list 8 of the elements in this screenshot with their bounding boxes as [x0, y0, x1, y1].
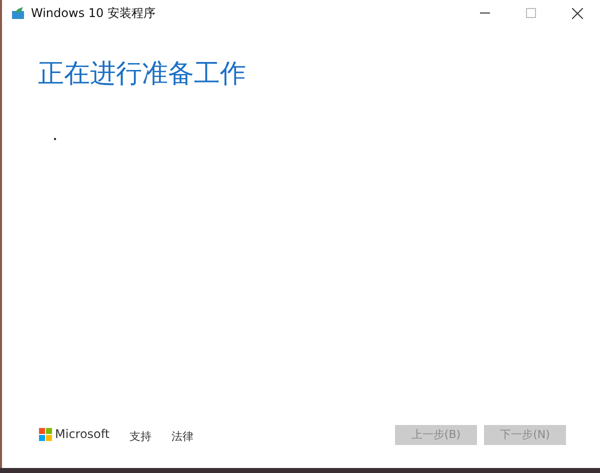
logo-icon — [39, 428, 52, 440]
app-icon — [12, 7, 25, 19]
brand-name: Microsoft — [55, 427, 110, 441]
footer-link[interactable]: 法律 — [172, 430, 194, 442]
page-heading: 正在进行准备工作 — [38, 58, 247, 91]
window-title: Windows 10 安装程序 — [31, 4, 156, 22]
close-icon[interactable] — [572, 8, 582, 18]
footer-link[interactable]: 支持 — [130, 430, 152, 442]
